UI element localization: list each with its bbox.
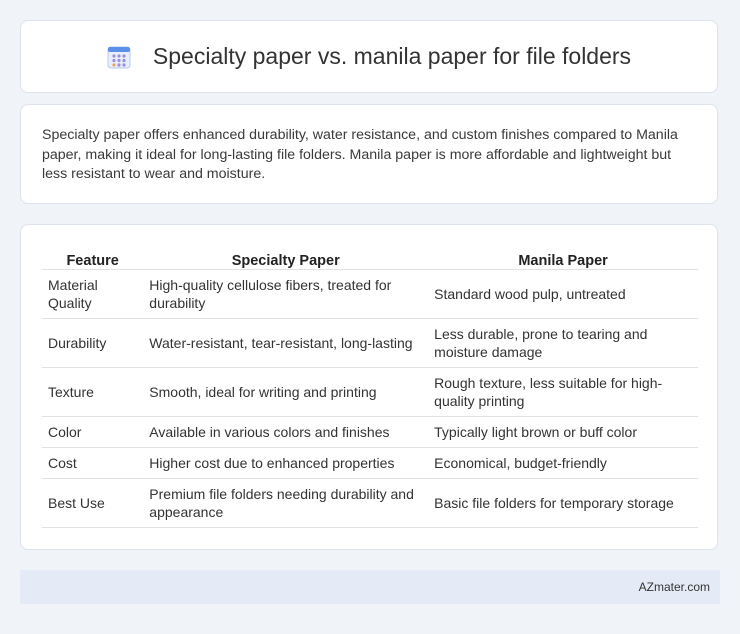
feature-cell: Color [42,417,144,448]
manila-cell: Less durable, prone to tearing and moist… [428,319,698,368]
table-row: Best Use Premium file folders needing du… [42,479,698,528]
feature-cell: Durability [42,319,144,368]
specialty-cell: Water-resistant, tear-resistant, long-la… [143,319,429,368]
table-row: Texture Smooth, ideal for writing and pr… [42,368,698,417]
calendar-grid-icon [107,45,131,69]
table-row: Durability Water-resistant, tear-resista… [42,319,698,368]
specialty-cell: Higher cost due to enhanced properties [143,448,429,479]
manila-cell: Typically light brown or buff color [428,417,698,448]
specialty-cell: Premium file folders needing durability … [143,479,429,528]
table-row: Color Available in various colors and fi… [42,417,698,448]
comparison-table-card: Feature Specialty Paper Manila Paper Mat… [20,224,718,550]
manila-cell: Basic file folders for temporary storage [428,479,698,528]
column-header-manila: Manila Paper [428,247,698,270]
specialty-cell: Smooth, ideal for writing and printing [143,368,429,417]
feature-cell: Texture [42,368,144,417]
column-header-feature: Feature [42,247,144,270]
table-row: Cost Higher cost due to enhanced propert… [42,448,698,479]
specialty-cell: High-quality cellulose fibers, treated f… [143,270,429,319]
footer: AZmater.com [20,570,720,604]
summary-card: Specialty paper offers enhanced durabili… [20,104,718,204]
title-card: Specialty paper vs. manila paper for fil… [20,20,718,93]
manila-cell: Standard wood pulp, untreated [428,270,698,319]
feature-cell: Best Use [42,479,144,528]
feature-cell: Material Quality [42,270,144,319]
table-header-row: Feature Specialty Paper Manila Paper [42,247,698,270]
summary-text: Specialty paper offers enhanced durabili… [42,127,678,182]
page-title: Specialty paper vs. manila paper for fil… [152,43,632,69]
comparison-table: Feature Specialty Paper Manila Paper Mat… [42,247,698,528]
manila-cell: Economical, budget-friendly [428,448,698,479]
feature-cell: Cost [42,448,144,479]
specialty-cell: Available in various colors and finishes [143,417,429,448]
table-row: Material Quality High-quality cellulose … [42,270,698,319]
manila-cell: Rough texture, less suitable for high-qu… [428,368,698,417]
column-header-specialty: Specialty Paper [143,247,429,270]
footer-site-label: AZmater.com [638,580,710,594]
